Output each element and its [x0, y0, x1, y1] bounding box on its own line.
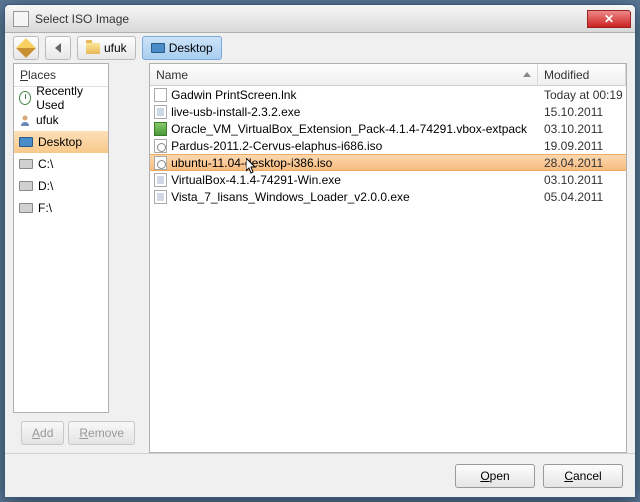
add-place-button[interactable]: Add: [21, 421, 64, 445]
sidebar-item-c[interactable]: C:\: [14, 153, 108, 175]
file-name: Oracle_VM_VirtualBox_Extension_Pack-4.1.…: [171, 122, 527, 136]
sidebar-item-label: C:\: [38, 157, 53, 171]
sidebar-item-ufuk[interactable]: ufuk: [14, 109, 108, 131]
file-row[interactable]: Vista_7_lisans_Windows_Loader_v2.0.0.exe…: [150, 188, 626, 205]
places-sidebar: Places Recently UsedufukDesktopC:\D:\F:\: [13, 63, 109, 413]
dialog-window: Select ISO Image ✕ ufuk Desktop Places R…: [4, 4, 636, 498]
toolbar: ufuk Desktop: [5, 33, 635, 63]
iso-file-icon: [154, 139, 167, 153]
sidebar-item-recentlyused[interactable]: Recently Used: [14, 87, 108, 109]
remove-place-button[interactable]: Remove: [68, 421, 135, 445]
column-headers: Name Modified: [150, 64, 626, 86]
file-row[interactable]: ubuntu-11.04-desktop-i386.iso28.04.2011: [150, 154, 626, 171]
window-title: Select ISO Image: [35, 12, 587, 26]
breadcrumb-user-label: ufuk: [104, 41, 127, 55]
file-name: Pardus-2011.2-Cervus-elaphus-i686.iso: [171, 139, 382, 153]
column-name[interactable]: Name: [150, 64, 538, 85]
file-row[interactable]: Oracle_VM_VirtualBox_Extension_Pack-4.1.…: [150, 120, 626, 137]
file-modified: 03.10.2011: [538, 173, 626, 187]
file-area: Name Modified Gadwin PrintScreen.lnk Toda…: [149, 63, 627, 453]
iso-file-icon: [154, 156, 167, 170]
sidebar-item-label: Recently Used: [36, 84, 103, 112]
breadcrumb-desktop[interactable]: Desktop: [142, 36, 222, 60]
sidebar-column: Places Recently UsedufukDesktopC:\D:\F:\…: [13, 63, 143, 453]
pack-file-icon: [154, 122, 167, 136]
monitor-icon: [151, 43, 165, 53]
sidebar-buttons: Add Remove: [13, 413, 143, 453]
drive-icon: [19, 181, 33, 191]
exe-file-icon: [154, 173, 167, 187]
sidebar-item-label: ufuk: [36, 113, 59, 127]
sidebar-item-label: Desktop: [38, 135, 82, 149]
file-row[interactable]: live-usb-install-2.3.2.exe 15.10.2011: [150, 103, 626, 120]
app-icon: [13, 11, 29, 27]
file-file-icon: [154, 88, 167, 102]
file-name: live-usb-install-2.3.2.exe: [171, 105, 300, 119]
dialog-footer: Open Cancel: [5, 453, 635, 497]
pencil-icon: [16, 38, 36, 58]
file-row[interactable]: VirtualBox-4.1.4-74291-Win.exe 03.10.2011: [150, 171, 626, 188]
cancel-button[interactable]: Cancel: [543, 464, 623, 488]
open-button[interactable]: Open: [455, 464, 535, 488]
person-icon: [19, 114, 31, 126]
drive-icon: [19, 203, 33, 213]
sidebar-item-label: D:\: [38, 179, 53, 193]
file-modified: 15.10.2011: [538, 105, 626, 119]
file-name: VirtualBox-4.1.4-74291-Win.exe: [171, 173, 341, 187]
exe-file-icon: [154, 105, 167, 119]
back-button[interactable]: [45, 36, 71, 60]
sort-ascending-icon: [523, 72, 531, 77]
places-list: Recently Usedufuk Desktop C:\ D:\ F:\: [14, 87, 108, 219]
sidebar-item-desktop[interactable]: Desktop: [14, 131, 108, 153]
exe-file-icon: [154, 190, 167, 204]
breadcrumb-location-label: Desktop: [169, 41, 213, 55]
monitor-icon: [19, 137, 33, 147]
drive-icon: [19, 159, 33, 169]
sidebar-item-d[interactable]: D:\: [14, 175, 108, 197]
edit-path-button[interactable]: [13, 36, 39, 60]
breadcrumb-user[interactable]: ufuk: [77, 36, 136, 60]
sidebar-item-f[interactable]: F:\: [14, 197, 108, 219]
file-modified: Today at 00:19: [538, 88, 626, 102]
file-modified: 19.09.2011: [538, 139, 626, 153]
file-name: Vista_7_lisans_Windows_Loader_v2.0.0.exe: [171, 190, 410, 204]
titlebar[interactable]: Select ISO Image ✕: [5, 5, 635, 33]
column-modified[interactable]: Modified: [538, 64, 626, 85]
close-button[interactable]: ✕: [587, 10, 631, 28]
file-row[interactable]: Pardus-2011.2-Cervus-elaphus-i686.iso 19.…: [150, 137, 626, 154]
clock-icon: [19, 91, 31, 105]
chevron-left-icon: [55, 43, 61, 53]
folder-icon: [86, 43, 100, 54]
file-modified: 05.04.2011: [538, 190, 626, 204]
file-list[interactable]: Gadwin PrintScreen.lnkToday at 00:19live…: [150, 86, 626, 452]
content-area: Places Recently UsedufukDesktopC:\D:\F:\…: [5, 63, 635, 453]
sidebar-item-label: F:\: [38, 201, 52, 215]
file-row[interactable]: Gadwin PrintScreen.lnk Today at 00:19: [150, 86, 626, 103]
file-modified: 28.04.2011: [538, 156, 626, 170]
file-name: Gadwin PrintScreen.lnk: [171, 88, 296, 102]
file-modified: 03.10.2011: [538, 122, 626, 136]
